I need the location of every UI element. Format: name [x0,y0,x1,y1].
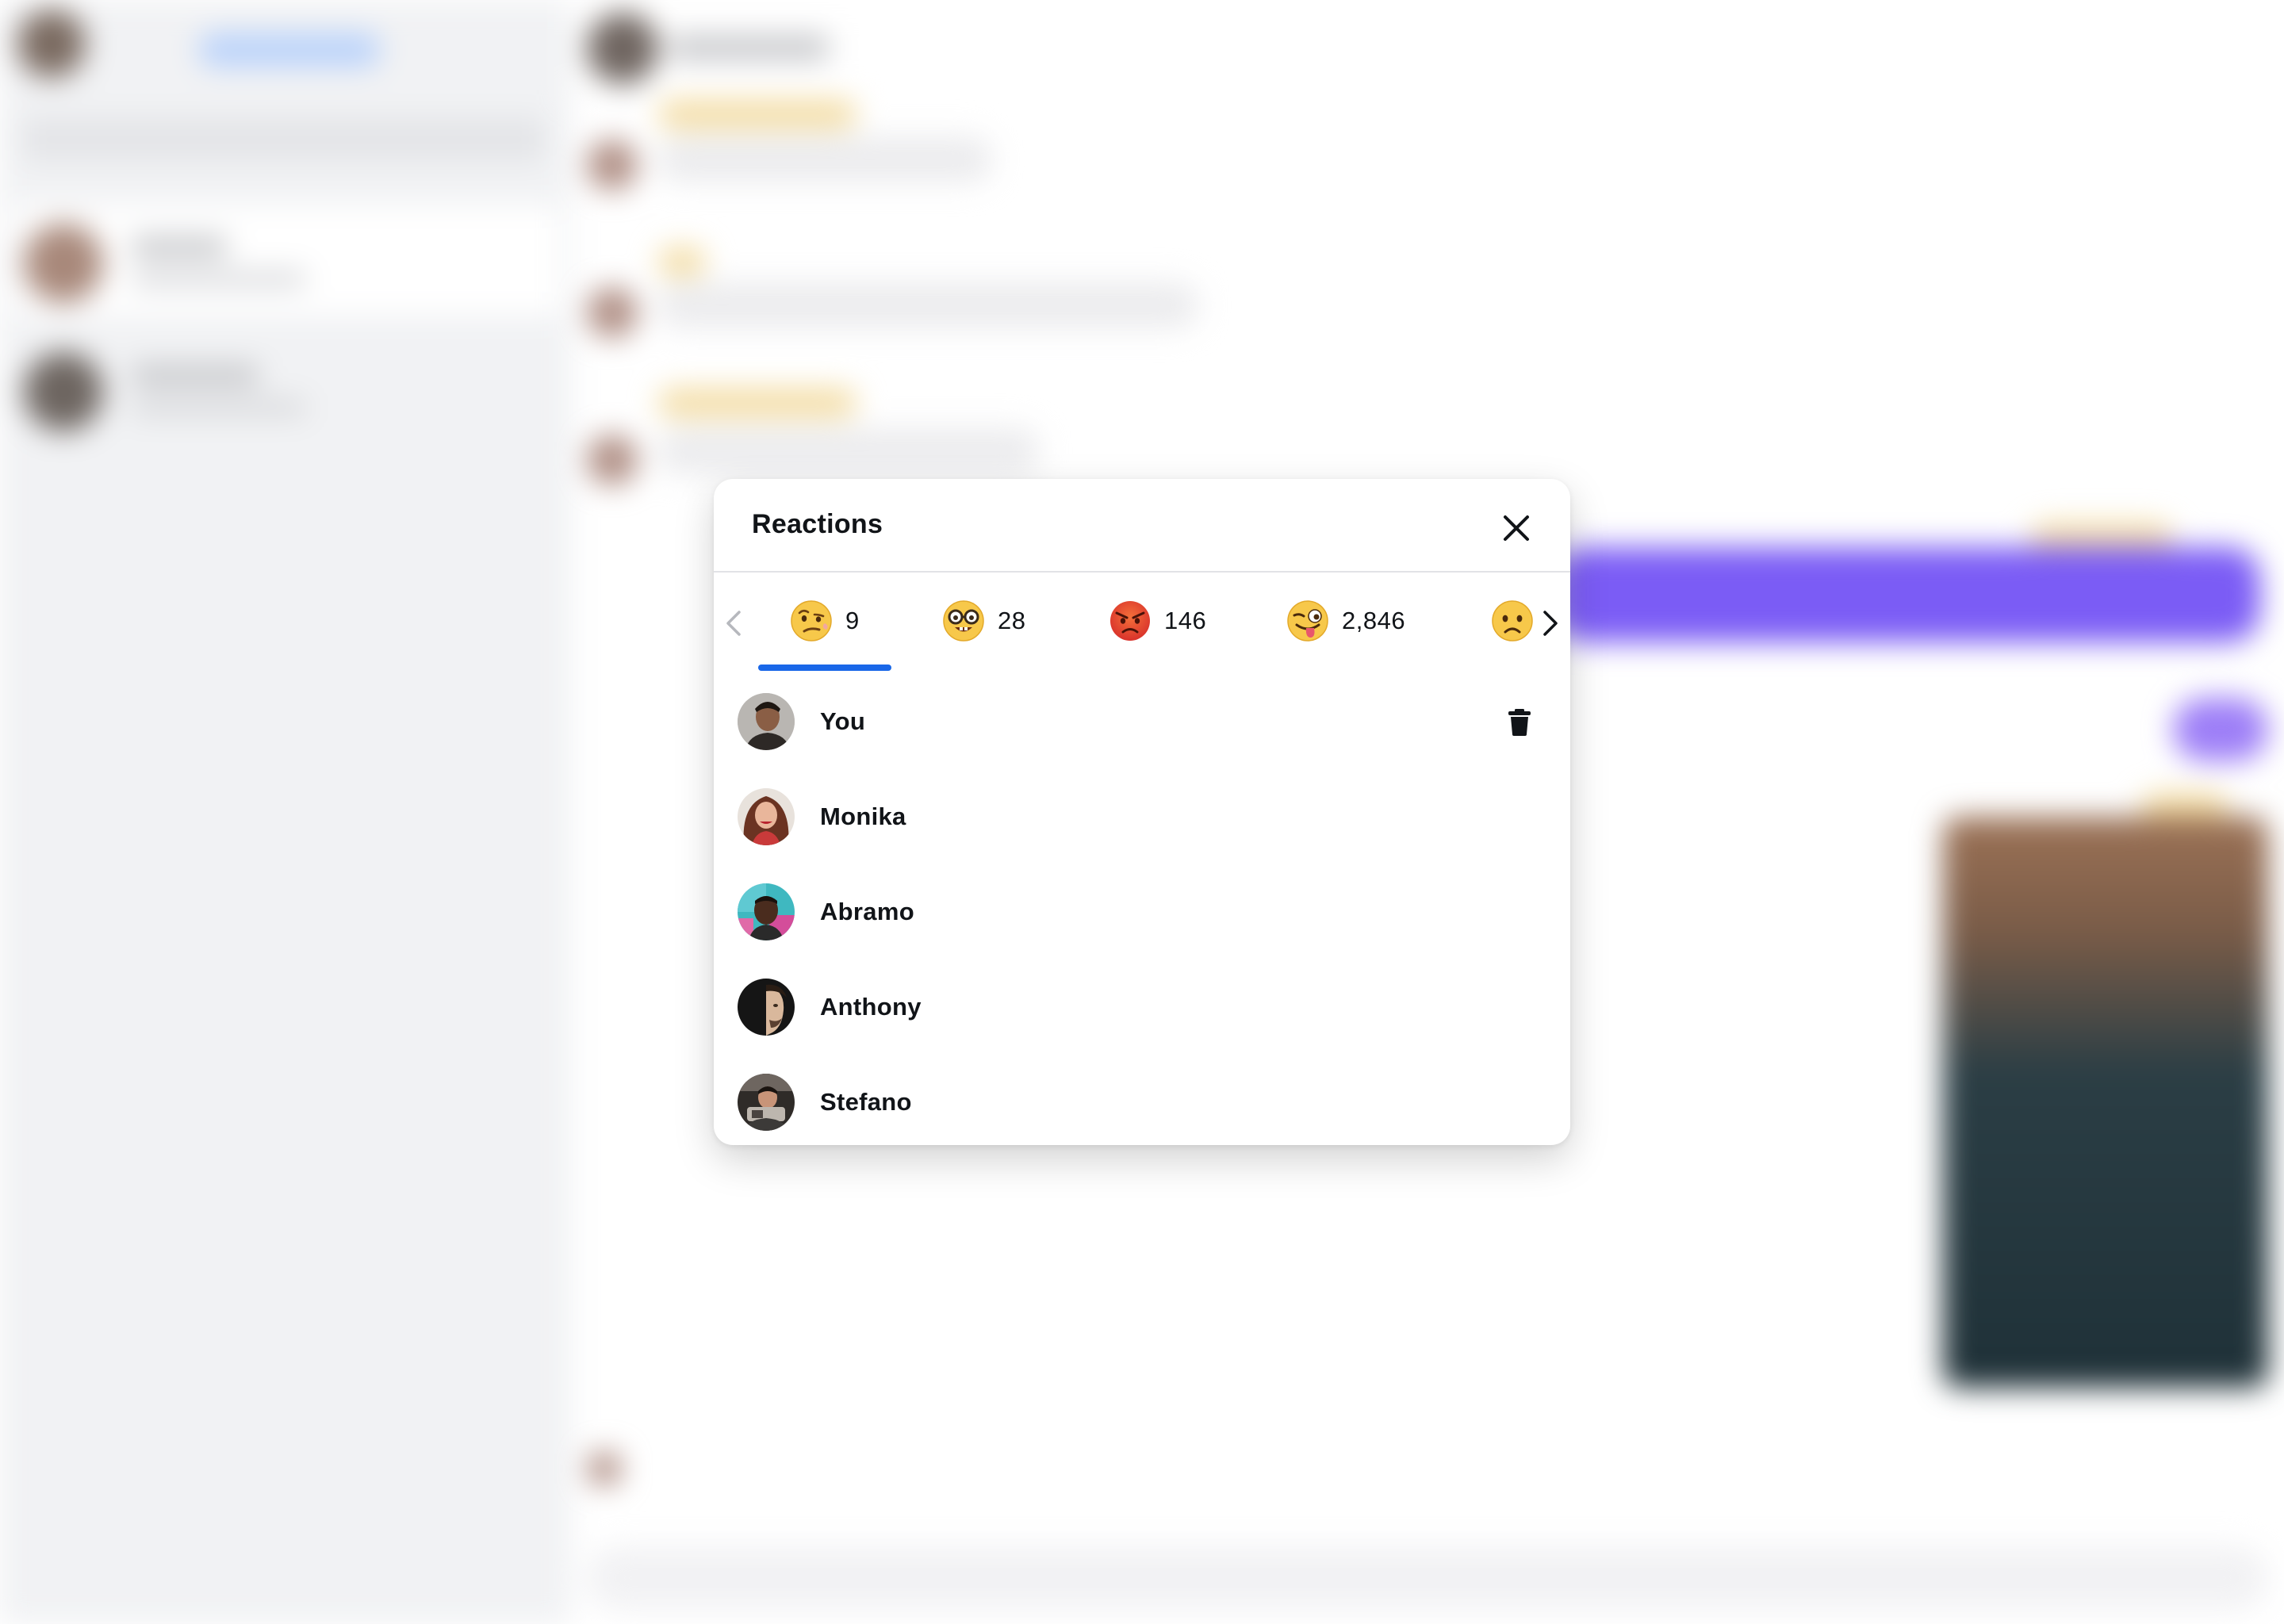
angry-face-emoji-icon [1110,601,1150,641]
conversation-sidebar [0,0,571,1624]
chevron-left-icon [726,611,741,636]
tab-reaction-1[interactable]: 9 [790,588,860,653]
conversation-item [13,333,560,444]
avatar-anthony-image [738,979,795,1036]
frowning-face-emoji-icon [1492,600,1533,642]
list-item[interactable]: Monika [714,768,1570,863]
message-composer [587,1546,2268,1610]
tab-count: 146 [1164,607,1207,634]
list-item[interactable]: Stefano [714,1053,1570,1145]
list-item[interactable]: You [714,672,1570,768]
tabs-next-button[interactable] [1539,607,1562,639]
list-item[interactable]: Anthony [714,958,1570,1053]
message-bubble [658,282,1198,328]
message-avatar [587,140,638,190]
photo-message [1943,817,2268,1388]
reaction-tabs: 9 28 146 2,846 [714,574,1570,672]
close-icon [1504,515,1529,541]
modal-title: Reactions [752,509,883,539]
avatar [738,788,795,845]
winking-tongue-emoji-icon [1287,600,1328,642]
nerd-face-emoji-icon [943,600,984,642]
message-reactions [658,100,856,128]
user-name: Stefano [820,1088,912,1116]
sidebar-pill [198,33,381,67]
chat-avatar [587,13,658,84]
avatar-you-image [738,693,795,750]
list-item[interactable]: Abramo [714,863,1570,958]
message-avatar [587,1451,622,1486]
message-avatar [587,287,638,338]
avatar-monika-image [738,788,795,845]
tab-reaction-2[interactable]: 28 [942,588,1025,653]
close-button[interactable] [1499,511,1534,546]
outgoing-message [2173,698,2268,761]
user-name: Anthony [820,993,922,1021]
chat-title [670,35,829,60]
user-name: You [820,707,866,735]
tab-count: 2,846 [1342,607,1406,634]
message-bubble [658,136,991,182]
tab-count: 28 [998,607,1026,634]
reactions-modal: Reactions 9 28 146 2,846 You Monika Abra… [714,479,1570,1145]
avatar-stefano-image [738,1074,795,1131]
message-reactions [658,247,706,276]
profile-avatar [17,10,86,78]
tab-reaction-4[interactable]: 2,846 [1286,588,1405,653]
conversation-item [13,205,560,316]
outgoing-message [1554,547,2260,642]
active-tab-indicator [758,665,891,671]
message-avatar [587,435,638,485]
tab-count: 9 [845,607,860,634]
trash-icon [1508,709,1531,736]
avatar [738,979,795,1036]
modal-header: Reactions [714,479,1570,573]
remove-reaction-button[interactable] [1502,704,1537,739]
skeptical-face-emoji-icon [791,600,832,642]
tabs-prev-button[interactable] [722,607,745,639]
message-reactions [658,389,856,417]
avatar [738,693,795,750]
avatar [738,1074,795,1131]
tab-reaction-3[interactable]: 146 [1109,588,1206,653]
sidebar-search [22,117,546,162]
message-bubble [658,428,1039,474]
avatar-abramo-image [738,883,795,940]
user-name: Monika [820,802,906,830]
chevron-right-icon [1543,611,1558,636]
user-name: Abramo [820,898,914,925]
avatar [738,883,795,940]
